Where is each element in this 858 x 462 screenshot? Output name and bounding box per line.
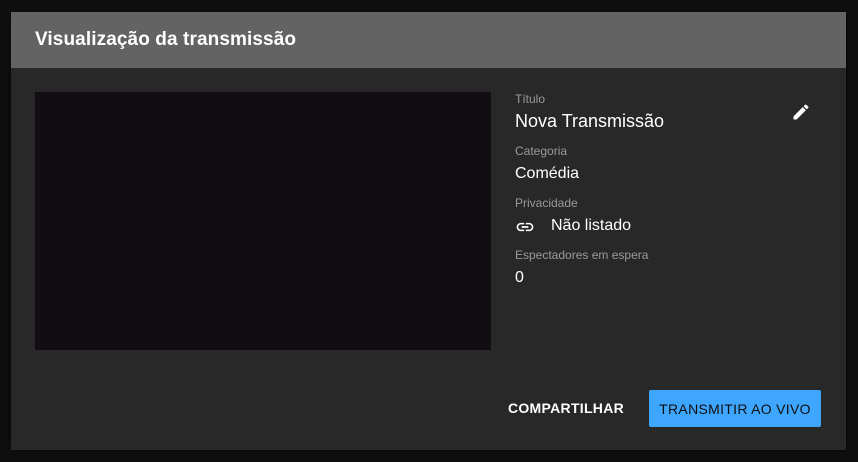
privacy-value: Não listado (551, 217, 632, 234)
title-value: Nova Transmissão (515, 111, 665, 131)
stream-preview-video (35, 92, 491, 350)
category-label: Categoria (515, 144, 568, 158)
pencil-icon (793, 104, 809, 120)
waiting-viewers-label: Espectadores em espera (515, 248, 649, 262)
dialog-title: Visualização da transmissão (35, 29, 297, 50)
dialog-header: Visualização da transmissão (11, 12, 846, 68)
share-button[interactable]: COMPARTILHAR (503, 390, 629, 426)
go-live-button[interactable]: TRANSMITIR AO VIVO (649, 390, 821, 427)
link-icon (516, 222, 534, 232)
category-value: Comédia (515, 165, 580, 182)
stream-preview-dialog: Visualização da transmissão Título Nova … (11, 12, 846, 450)
privacy-label: Privacidade (515, 196, 578, 210)
title-label: Título (515, 92, 546, 106)
edit-button[interactable] (787, 98, 815, 126)
waiting-viewers-value: 0 (515, 269, 524, 286)
